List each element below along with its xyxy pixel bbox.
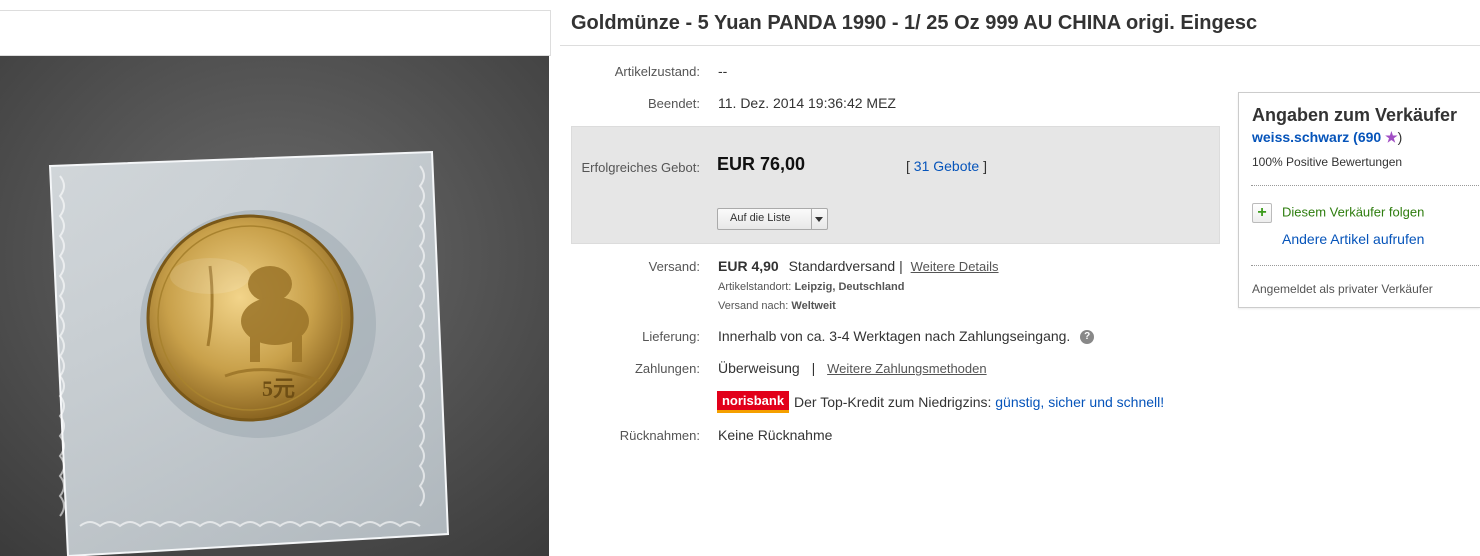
condition-value: -- (718, 63, 728, 79)
plus-icon: + (1252, 203, 1272, 223)
returns-value: Keine Rücknahme (718, 427, 833, 443)
shipping-row: EUR 4,90 Standardversand | Weitere Detai… (718, 258, 999, 274)
positive-feedback: 100% Positive Bewertungen (1252, 155, 1403, 169)
payment-label: Zahlungen: (634, 361, 700, 376)
item-location: Artikelstandort: Leipzig, Deutschland (718, 281, 904, 293)
delivery-value: Innerhalb von ca. 3-4 Werktagen nach Zah… (718, 328, 1071, 344)
shipping-label: Versand: (648, 259, 700, 274)
norisbank-logo[interactable]: norisbank (717, 391, 789, 413)
winning-bid-price: EUR 76,00 (717, 154, 806, 174)
shipping-price: EUR 4,90 (718, 258, 779, 274)
winning-bid-label: Erfolgreiches Gebot: (560, 158, 700, 177)
coin-photo-illustration: 5元 (0, 56, 549, 556)
ended-value: 11. Dez. 2014 19:36:42 MEZ (718, 95, 896, 111)
feedback-score-link[interactable]: (690 ★ (1353, 129, 1397, 145)
other-items-link[interactable]: Andere Artikel aufrufen (1282, 231, 1424, 247)
condition-label: Artikelzustand: (614, 64, 700, 79)
shipping-method: Standardversand | (788, 258, 903, 274)
watch-button-separator (811, 209, 812, 229)
title-divider (560, 45, 1480, 46)
payment-value: Überweisung (718, 360, 800, 376)
norisbank-link[interactable]: günstig, sicher und schnell! (995, 394, 1164, 410)
follow-seller[interactable]: + Diesem Verkäufer folgen (1252, 203, 1424, 223)
bids-bracket-open: [ (906, 158, 910, 174)
delivery-label: Lieferung: (642, 329, 700, 344)
feedback-close: ) (1397, 129, 1403, 145)
image-header-bar (0, 10, 551, 56)
bid-box (571, 126, 1220, 244)
seller-name-link[interactable]: weiss.schwarz (1252, 129, 1349, 145)
winning-bid-label-text: Erfolgreiches Gebot: (581, 160, 700, 175)
follow-seller-label: Diesem Verkäufer folgen (1282, 204, 1425, 220)
returns-label: Rücknahmen: (619, 428, 700, 443)
seller-info-box: Angaben zum Verkäufer weiss.schwarz (690… (1238, 92, 1480, 308)
star-icon: ★ (1385, 129, 1398, 145)
payment-row: Überweisung | Weitere Zahlungsmethoden (718, 360, 987, 376)
ships-to-label: Versand nach: (718, 300, 789, 312)
image-panel: 5元 (0, 0, 551, 556)
ships-to-value: Weltweit (791, 300, 836, 312)
seller-heading: Angaben zum Verkäufer (1252, 105, 1458, 125)
bids-link[interactable]: 31 Gebote (914, 158, 979, 174)
delivery-row: Innerhalb von ca. 3-4 Werktagen nach Zah… (718, 328, 1095, 345)
norisbank-ad: Der Top-Kredit zum Niedrigzins: günstig,… (794, 394, 1164, 410)
help-icon[interactable]: ? (1080, 330, 1095, 345)
ships-to: Versand nach: Weltweit (718, 300, 836, 312)
feedback-score: (690 (1353, 129, 1382, 145)
item-photo[interactable]: 5元 (0, 56, 549, 556)
watch-list-label: Auf die Liste (730, 212, 791, 224)
norisbank-text: Der Top-Kredit zum Niedrigzins: (794, 394, 992, 410)
payment-separator: | (811, 360, 816, 376)
seller-name-row: weiss.schwarz (690 ★) (1252, 129, 1402, 146)
bids-count: [ 31 Gebote ] (906, 158, 987, 174)
private-seller-note: Angemeldet als privater Verkäufer (1252, 282, 1433, 296)
divider (1251, 185, 1480, 186)
item-location-label: Artikelstandort: (718, 281, 792, 293)
item-title: Goldmünze - 5 Yuan PANDA 1990 - 1/ 25 Oz… (571, 12, 1258, 34)
watch-list-button[interactable]: Auf die Liste (717, 208, 828, 230)
item-location-value: Leipzig, Deutschland (794, 281, 905, 293)
coin-value-text: 5元 (262, 376, 295, 401)
ended-label: Beendet: (647, 96, 700, 111)
shipping-details-link[interactable]: Weitere Details (911, 259, 999, 274)
divider (1251, 265, 1480, 266)
bids-bracket-close: ] (983, 158, 987, 174)
chevron-down-icon[interactable] (815, 217, 823, 222)
payment-methods-link[interactable]: Weitere Zahlungsmethoden (827, 361, 986, 376)
